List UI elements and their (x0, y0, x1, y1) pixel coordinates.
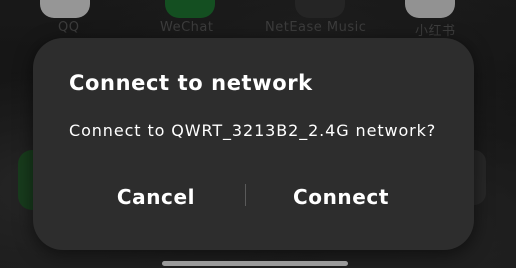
connect-network-dialog: Connect to network Connect to QWRT_3213B… (33, 38, 474, 250)
connect-button[interactable]: Connect (246, 178, 436, 216)
navigation-handle[interactable] (162, 261, 348, 266)
dialog-message: Connect to QWRT_3213B2_2.4G network? (69, 121, 437, 140)
cancel-button[interactable]: Cancel (61, 178, 251, 216)
dialog-title: Connect to network (69, 71, 313, 95)
